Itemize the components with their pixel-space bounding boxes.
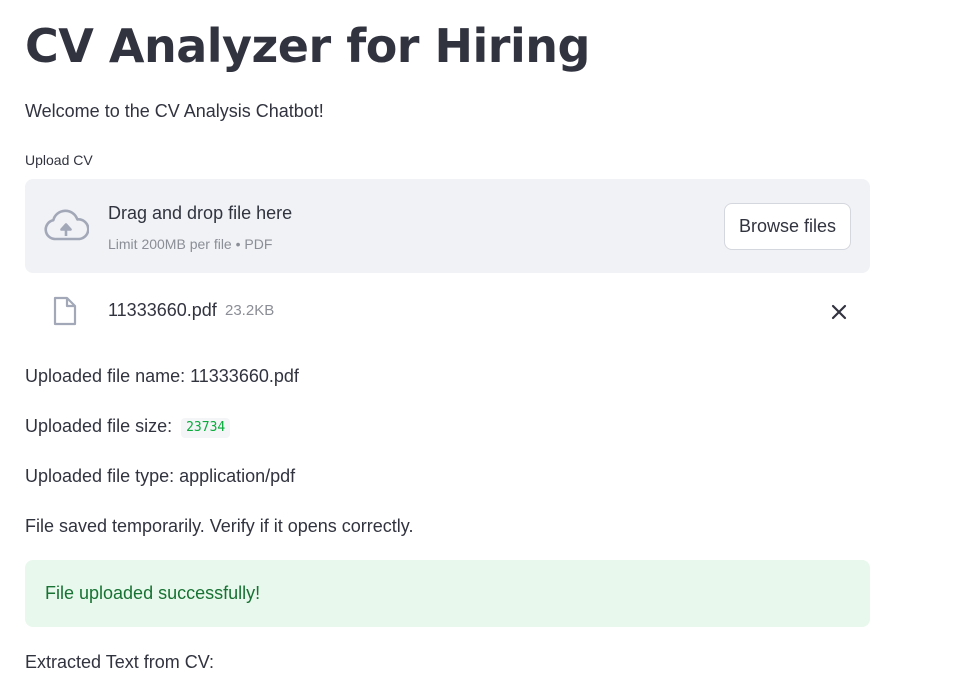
dropzone-instructions: Drag and drop file here xyxy=(108,203,293,223)
cloud-upload-icon xyxy=(44,209,89,241)
dropzone-limit-text: Limit 200MB per file • PDF xyxy=(108,236,273,252)
welcome-text: Welcome to the CV Analysis Chatbot! xyxy=(25,101,324,121)
file-size-value: 23734 xyxy=(181,418,231,438)
uploaded-file-size: 23.2KB xyxy=(225,302,275,319)
file-name-info: Uploaded file name: 11333660.pdf xyxy=(25,366,299,386)
file-size-info: Uploaded file size: 23734 xyxy=(25,414,231,438)
upload-cv-label: Upload CV xyxy=(25,152,93,168)
extracted-text-heading: Extracted Text from CV: xyxy=(25,652,215,672)
app-main: CV Analyzer for Hiring Welcome to the CV… xyxy=(0,0,969,698)
file-type-info: Uploaded file type: application/pdf xyxy=(25,466,296,486)
uploaded-file-name: 11333660.pdf xyxy=(108,300,217,320)
close-icon[interactable] xyxy=(826,299,852,325)
file-size-label: Uploaded file size: xyxy=(25,416,173,436)
success-message: File uploaded successfully! xyxy=(45,583,261,603)
uploaded-file-item: 11333660.pdf 23.2KB xyxy=(25,290,870,334)
file-dropzone[interactable]: Drag and drop file here Limit 200MB per … xyxy=(25,179,870,273)
browse-files-button[interactable]: Browse files xyxy=(724,203,851,250)
file-icon xyxy=(53,296,77,326)
file-saved-info: File saved temporarily. Verify if it ope… xyxy=(25,516,414,536)
success-alert: File uploaded successfully! xyxy=(25,560,870,627)
page-title: CV Analyzer for Hiring xyxy=(25,19,590,73)
